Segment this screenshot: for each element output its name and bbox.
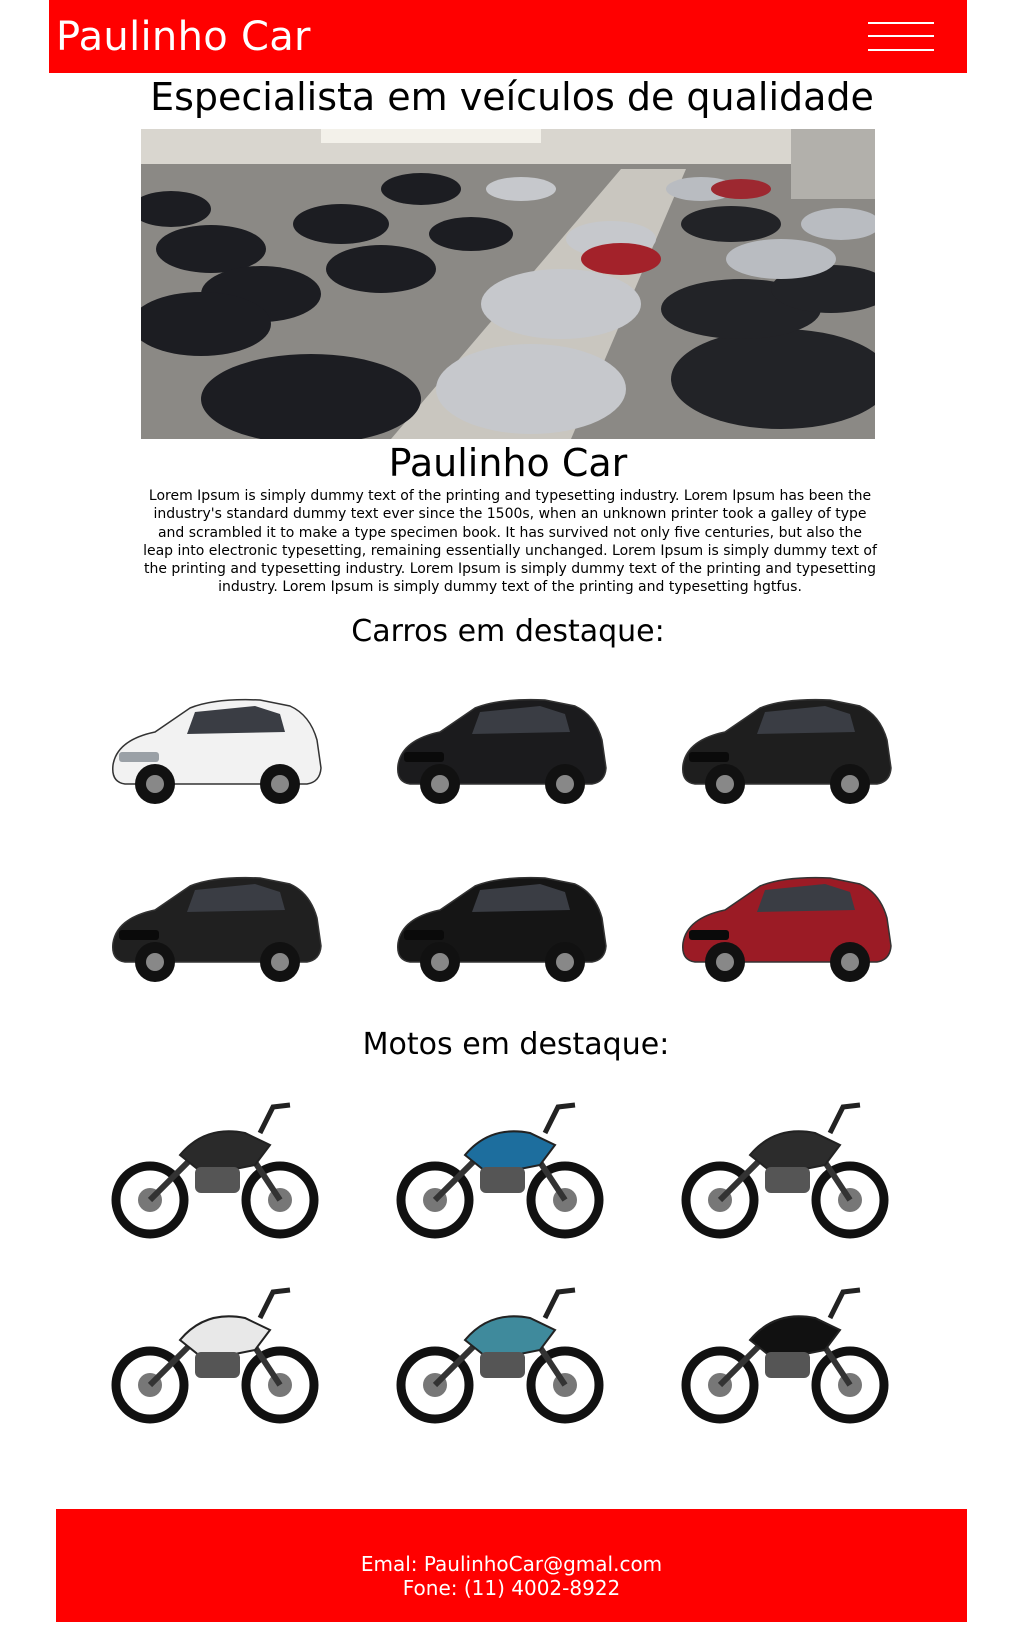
black-naked-motorcycle-image[interactable] xyxy=(95,1085,335,1245)
menu-bar xyxy=(868,49,934,51)
hamburger-menu-icon[interactable] xyxy=(868,20,934,53)
black-pickup-truck-image[interactable] xyxy=(95,848,335,1008)
site-footer: Emal: PaulinhoCar@gmal.com Fone: (11) 40… xyxy=(56,1509,967,1622)
black-suv-image[interactable] xyxy=(665,670,905,830)
about-title: Paulinho Car xyxy=(388,441,628,485)
site-header: Paulinho Car xyxy=(49,0,967,73)
brand-logo-text[interactable]: Paulinho Car xyxy=(56,14,311,60)
footer-phone[interactable]: Fone: (11) 4002-8922 xyxy=(56,1576,967,1600)
black-sport-motorcycle-image[interactable] xyxy=(665,1085,905,1245)
menu-bar xyxy=(868,35,934,37)
footer-email[interactable]: Emal: PaulinhoCar@gmal.com xyxy=(56,1552,967,1576)
page-headline: Especialista em veículos de qualidade xyxy=(150,75,874,119)
about-paragraph: Lorem Ipsum is simply dummy text of the … xyxy=(143,488,877,596)
blue-naked-motorcycle-image[interactable] xyxy=(380,1085,620,1245)
white-sedan-image[interactable] xyxy=(95,670,335,830)
dealership-hero-image xyxy=(141,129,875,439)
menu-bar xyxy=(868,22,934,24)
red-suv-image[interactable] xyxy=(665,848,905,1008)
black-luxury-suv-image[interactable] xyxy=(380,848,620,1008)
black-sedan-image[interactable] xyxy=(380,670,620,830)
black-sportbike-image[interactable] xyxy=(665,1270,905,1430)
featured-cars-title: Carros em destaque: xyxy=(351,614,665,649)
white-naked-motorcycle-image[interactable] xyxy=(95,1270,335,1430)
teal-cruiser-motorcycle-image[interactable] xyxy=(380,1270,620,1430)
featured-motos-title: Motos em destaque: xyxy=(362,1027,670,1062)
